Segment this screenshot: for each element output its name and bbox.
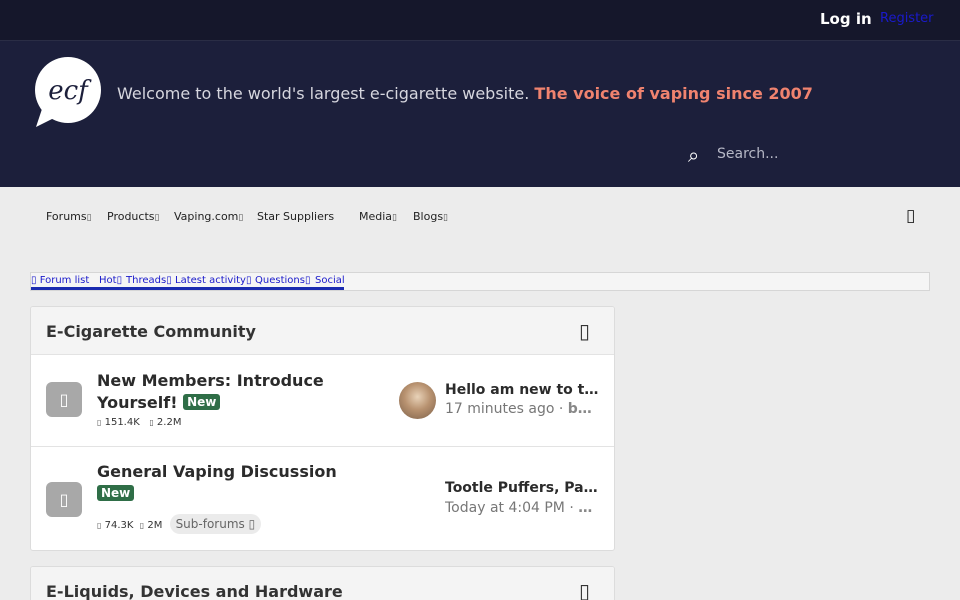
avatar[interactable] — [399, 382, 436, 419]
subforums-button[interactable]: Sub-forums ▯ — [169, 514, 262, 534]
collapse-icon[interactable]: ▯ — [579, 579, 590, 600]
nav-item-forums[interactable]: Forums▯ — [46, 210, 92, 223]
forum-title[interactable]: General Vaping Discussion New — [97, 461, 357, 505]
chevron-down-icon: ▯ — [443, 213, 448, 223]
tab-forum-list[interactable]: ▯ Forum list — [31, 275, 89, 286]
forum-row: ▯ General Vaping Discussion New ▯ 74.3K … — [31, 447, 614, 550]
threads-count: 74.3K — [104, 520, 134, 531]
section-header: E-Cigarette Community ▯ — [31, 307, 614, 355]
chevron-down-icon: ▯ — [392, 213, 397, 223]
top-bar: Log in Register — [0, 0, 960, 41]
nav-item-vaping-com[interactable]: Vaping.com▯ — [174, 210, 243, 223]
messages-count: 2.2M — [156, 417, 182, 428]
tab-threads[interactable]: Threads▯ — [126, 275, 172, 286]
nav-label: Vaping.com — [174, 210, 239, 223]
new-badge: New — [97, 485, 135, 501]
messages-count: 2M — [147, 520, 163, 531]
tab-social[interactable]: Social — [315, 275, 345, 286]
forum-icon: ▯ — [46, 382, 82, 417]
chevron-down-icon: ▯ — [238, 213, 244, 223]
forum-title-text: General Vaping Discussion — [97, 462, 337, 481]
tab-label: Latest activity — [175, 275, 246, 286]
nav-label: Blogs — [413, 210, 444, 223]
nav-item-blogs[interactable]: Blogs▯ — [413, 210, 448, 223]
tab-label: Social — [315, 275, 345, 286]
new-badge: New — [183, 394, 221, 410]
forum-title[interactable]: New Members: Introduce Yourself! New — [97, 370, 377, 414]
threads-icon: ▯ — [97, 418, 102, 427]
site-header: ecf Welcome to the world's largest e-cig… — [0, 41, 960, 187]
forum-row: ▯ New Members: Introduce Yourself! New ▯… — [31, 355, 614, 447]
tab-icon: ▯ — [31, 275, 37, 286]
tab-icon: ▯ — [166, 275, 172, 286]
ecf-logo[interactable]: ecf — [30, 57, 104, 129]
forum-stats: ▯ 151.4K ▯ 2.2M — [97, 417, 181, 428]
threads-icon: ▯ — [97, 521, 102, 530]
menu-icon[interactable]: ▯ — [906, 206, 915, 226]
nav-label: Star Suppliers — [257, 210, 335, 223]
forum-section: E-Cigarette Community ▯ ▯ New Members: I… — [30, 306, 615, 551]
forum-icon: ▯ — [46, 482, 82, 517]
nav-item-media[interactable]: Media▯ — [359, 210, 397, 223]
site-tagline: Welcome to the world's largest e-cigaret… — [117, 84, 813, 103]
messages-icon: ▯ — [149, 418, 154, 427]
nav-label: Media — [359, 210, 393, 223]
threads-count: 151.4K — [104, 417, 140, 428]
tagline-text: Welcome to the world's largest e-cigaret… — [117, 84, 530, 103]
messages-icon: ▯ — [139, 521, 145, 530]
meta-separator: · — [569, 500, 574, 516]
register-link[interactable]: Register — [880, 11, 934, 26]
tab-icon: ▯ — [116, 275, 123, 286]
latest-author[interactable]: … — [578, 500, 592, 516]
latest-thread-meta: Today at 4:04 PM · … — [445, 500, 600, 516]
chevron-down-icon: ▯ — [86, 213, 92, 223]
nav-label: Forums — [46, 210, 87, 223]
tab-icon: ▯ — [304, 275, 311, 286]
meta-separator: · — [558, 401, 564, 417]
login-link[interactable]: Log in — [820, 10, 872, 28]
chevron-down-icon: ▯ — [248, 517, 256, 531]
section-header: E-Liquids, Devices and Hardware ▯ — [31, 567, 614, 600]
logo-text: ecf — [48, 76, 92, 106]
tab-icon: ▯ — [245, 275, 252, 286]
tagline-highlight: The voice of vaping since 2007 — [534, 84, 813, 103]
section-title[interactable]: E-Cigarette Community — [46, 322, 256, 341]
subforums-label: Sub-forums — [175, 517, 245, 531]
tab-latest-activity[interactable]: Latest activity▯ — [175, 275, 251, 286]
latest-thread-title[interactable]: Hello am new to t… — [445, 382, 600, 398]
collapse-icon[interactable]: ▯ — [579, 319, 590, 343]
section-title[interactable]: E-Liquids, Devices and Hardware — [46, 582, 343, 600]
active-tab-underline — [31, 287, 344, 290]
latest-thread-meta: 17 minutes ago · b… — [445, 401, 600, 417]
latest-author[interactable]: b… — [568, 401, 592, 417]
search-input[interactable] — [712, 141, 912, 167]
search-icon[interactable]: ⌕ — [688, 143, 699, 167]
tab-label: Hot — [99, 275, 117, 286]
latest-thread-title[interactable]: Tootle Puffers, Pa… — [445, 480, 600, 496]
forum-stats: ▯ 74.3K ▯ 2M Sub-forums ▯ — [97, 514, 262, 534]
tab-label: Threads — [126, 275, 167, 286]
nav-item-star-suppliers[interactable]: Star Suppliers — [257, 210, 334, 223]
tab-label: Questions — [255, 275, 305, 286]
chevron-down-icon: ▯ — [154, 213, 160, 223]
nav-item-products[interactable]: Products▯ — [107, 210, 159, 223]
tab-questions[interactable]: Questions▯ — [255, 275, 310, 286]
tab-label: Forum list — [39, 275, 90, 286]
latest-time[interactable]: 17 minutes ago — [445, 401, 554, 417]
forum-section: E-Liquids, Devices and Hardware ▯ — [30, 566, 615, 600]
nav-label: Products — [107, 210, 155, 223]
tab-hot[interactable]: Hot▯ — [99, 275, 122, 286]
main-nav: Forums▯ Products▯ Vaping.com▯ Star Suppl… — [0, 187, 960, 245]
latest-time[interactable]: Today at 4:04 PM — [445, 500, 565, 516]
